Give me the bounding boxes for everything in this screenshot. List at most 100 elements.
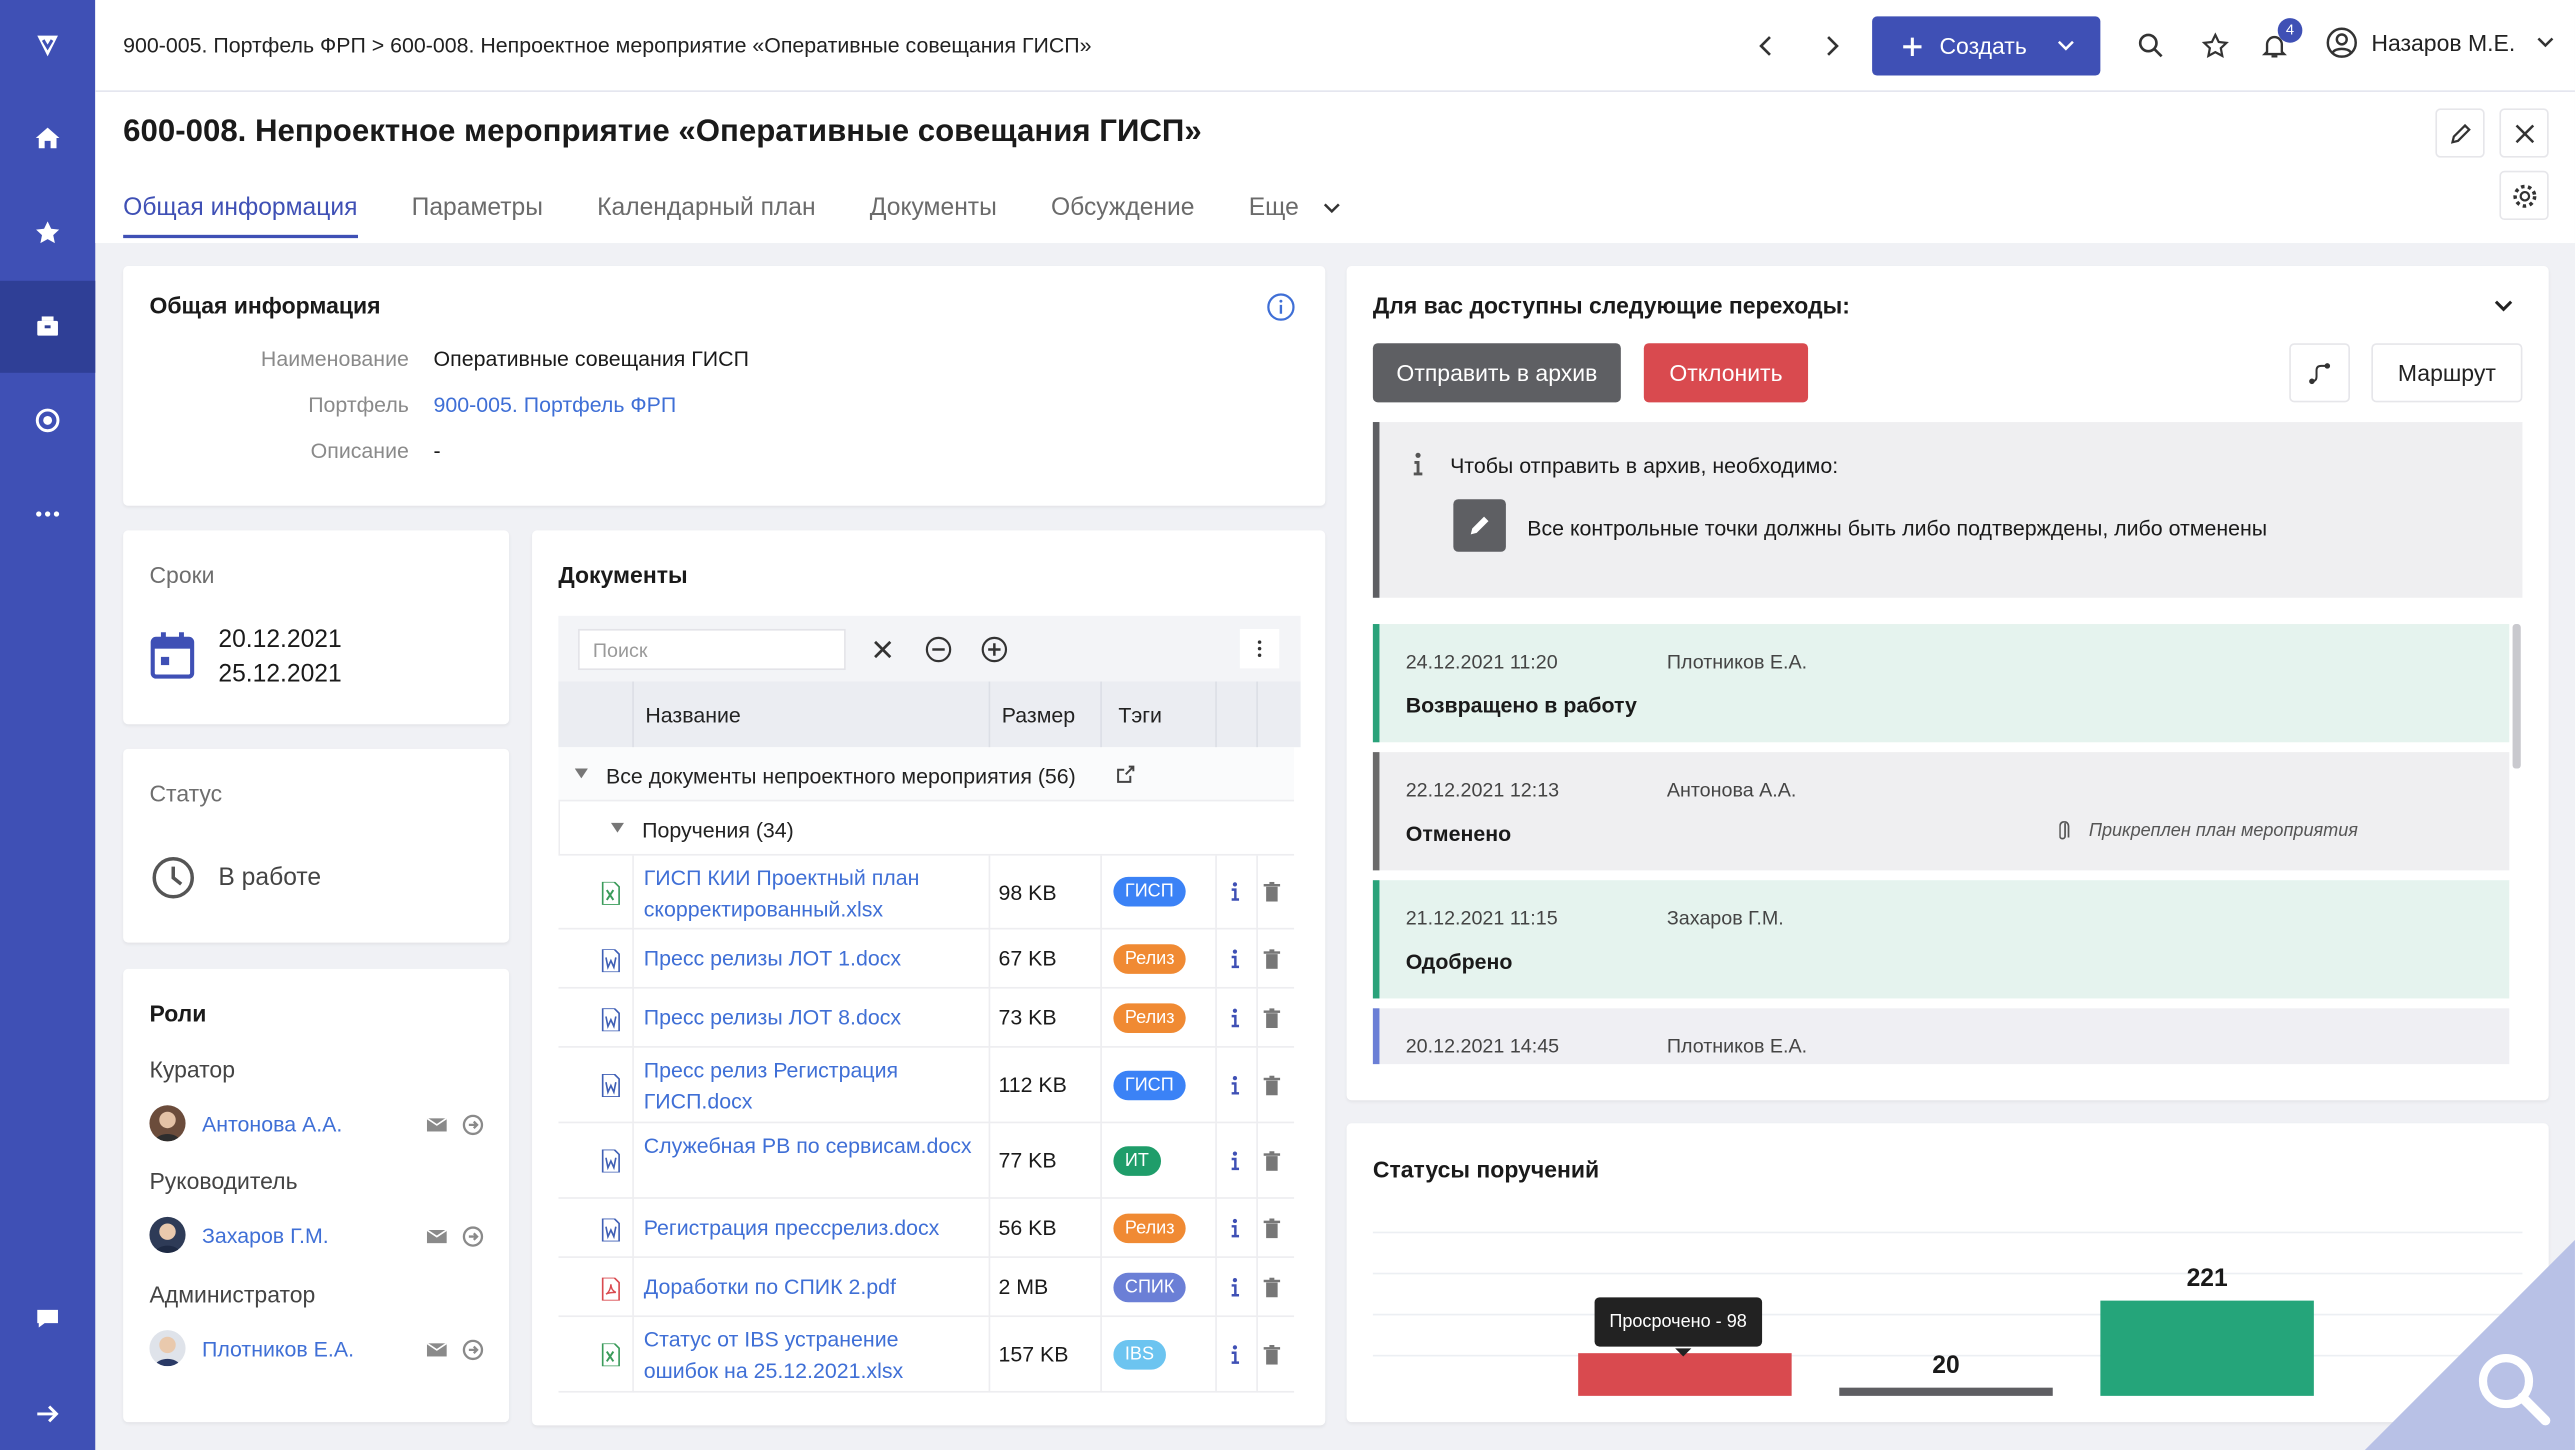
column-tags[interactable]: Тэги bbox=[1118, 703, 1162, 728]
magnifier-corner-icon[interactable] bbox=[2364, 1239, 2575, 1450]
chart-bar[interactable] bbox=[1839, 1387, 2053, 1396]
table-row[interactable]: Пресс релиз Регистрация ГИСП.docx 112 KB… bbox=[558, 1047, 1295, 1124]
subgroup-row[interactable]: Поручения (34) bbox=[558, 801, 1295, 856]
portfolio-icon[interactable] bbox=[0, 280, 96, 373]
file-name-link[interactable]: Пресс релизы ЛОТ 1.docx bbox=[644, 943, 972, 974]
tab-parameters[interactable]: Параметры bbox=[412, 194, 543, 238]
info-icon[interactable] bbox=[1227, 1075, 1243, 1096]
table-row[interactable]: Пресс релизы ЛОТ 1.docx 67 KB Релиз bbox=[558, 929, 1295, 989]
file-name-link[interactable]: Пресс релизы ЛОТ 8.docx bbox=[644, 1002, 972, 1033]
file-name-link[interactable]: Доработки по СПИК 2.pdf bbox=[644, 1271, 972, 1302]
more-icon[interactable] bbox=[0, 468, 95, 560]
target-icon[interactable] bbox=[0, 374, 95, 466]
trash-icon[interactable] bbox=[1263, 1075, 1281, 1096]
tab-calendar[interactable]: Календарный план bbox=[597, 194, 815, 238]
info-icon[interactable] bbox=[1266, 292, 1296, 322]
file-name-link[interactable]: Статус от IBS устранение ошибок на 25.12… bbox=[644, 1324, 972, 1386]
logo-icon[interactable] bbox=[0, 0, 95, 92]
person-link[interactable]: Антонова А.А. bbox=[202, 1112, 342, 1137]
tab-discussion[interactable]: Обсуждение bbox=[1051, 194, 1195, 238]
column-name[interactable]: Название bbox=[645, 703, 740, 728]
breadcrumb[interactable]: 900-005. Портфель ФРП > 600-008. Непроек… bbox=[123, 33, 1091, 58]
info-icon[interactable] bbox=[1227, 1008, 1243, 1028]
mail-icon[interactable] bbox=[425, 1338, 448, 1361]
info-icon[interactable] bbox=[1227, 1218, 1243, 1239]
chevron-down-icon[interactable] bbox=[2493, 296, 2514, 317]
group-row[interactable]: Все документы непроектного мероприятия (… bbox=[558, 747, 1295, 802]
forward-arrow-icon[interactable] bbox=[1813, 28, 1849, 64]
person-link[interactable]: Захаров Г.М. bbox=[202, 1223, 329, 1248]
chat-icon[interactable] bbox=[0, 1273, 95, 1365]
trash-icon[interactable] bbox=[1263, 949, 1281, 969]
info-icon[interactable] bbox=[1227, 1345, 1243, 1365]
history-date: 21.12.2021 11:15 bbox=[1405, 906, 1558, 930]
table-row[interactable]: Служебная РВ по сервисам.docx 77 KB ИТ bbox=[558, 1123, 1295, 1199]
star-icon[interactable] bbox=[0, 187, 95, 279]
reassign-icon[interactable] bbox=[461, 1338, 484, 1361]
trash-icon[interactable] bbox=[1263, 1344, 1281, 1365]
history-item[interactable]: 22.12.2021 12:13 Антонова А.А. Отменено … bbox=[1372, 752, 2510, 871]
history-item[interactable]: 20.12.2021 14:45 Плотников Е.А. bbox=[1372, 1008, 2510, 1065]
reassign-icon[interactable] bbox=[461, 1113, 484, 1136]
trash-icon[interactable] bbox=[1263, 1218, 1281, 1239]
paperclip-icon bbox=[2059, 821, 2070, 840]
info-icon[interactable] bbox=[1227, 1151, 1243, 1171]
user-menu[interactable]: Назаров М.Е. bbox=[2325, 26, 2554, 59]
collapse-all-icon[interactable] bbox=[921, 632, 954, 665]
info-icon[interactable] bbox=[1227, 949, 1243, 969]
table-row[interactable]: Регистрация прессрелиз.docx 56 KB Релиз bbox=[558, 1198, 1295, 1258]
person-link[interactable]: Плотников Е.А. bbox=[202, 1337, 354, 1362]
favorite-star-icon[interactable] bbox=[2197, 28, 2233, 64]
info-icon[interactable] bbox=[1227, 882, 1243, 902]
chart-bar[interactable] bbox=[2100, 1300, 2314, 1396]
kebab-menu-icon[interactable] bbox=[1239, 628, 1280, 669]
tab-general[interactable]: Общая информация bbox=[123, 194, 358, 239]
history-scrollbar[interactable] bbox=[2512, 624, 2521, 769]
back-arrow-icon[interactable] bbox=[1749, 28, 1785, 64]
file-name-link[interactable]: Регистрация прессрелиз.docx bbox=[644, 1212, 989, 1243]
edit-button[interactable] bbox=[2435, 108, 2485, 158]
route-diagram-button[interactable] bbox=[2289, 343, 2350, 403]
home-icon[interactable] bbox=[0, 92, 95, 184]
file-name-link[interactable]: ГИСП КИИ Проектный план скорректированны… bbox=[644, 862, 972, 924]
reassign-icon[interactable] bbox=[461, 1225, 484, 1248]
mail-icon[interactable] bbox=[425, 1225, 448, 1248]
history-item[interactable]: 24.12.2021 11:20 Плотников Е.А. Возвраще… bbox=[1372, 624, 2510, 743]
file-name-link[interactable]: Служебная РВ по сервисам.docx bbox=[644, 1130, 972, 1161]
trash-icon[interactable] bbox=[1263, 1151, 1281, 1171]
info-icon[interactable] bbox=[1227, 1277, 1243, 1298]
trash-icon[interactable] bbox=[1263, 1277, 1281, 1298]
bell-icon[interactable]: 4 bbox=[2256, 18, 2303, 64]
documents-card: Документы Поиск Название Размер Тэги Все… bbox=[532, 530, 1326, 1426]
clear-icon[interactable] bbox=[865, 632, 898, 665]
status-card: Статус В работе bbox=[123, 748, 510, 943]
history-status: Возвращено в работу bbox=[1405, 693, 1637, 718]
close-button[interactable] bbox=[2499, 108, 2549, 158]
archive-button[interactable]: Отправить в архив bbox=[1372, 343, 1621, 403]
caret-down-icon bbox=[574, 768, 588, 779]
expand-all-icon[interactable] bbox=[977, 632, 1010, 665]
search-input[interactable]: Поиск bbox=[578, 628, 846, 671]
route-button[interactable]: Маршрут bbox=[2371, 343, 2523, 403]
table-row[interactable]: ГИСП КИИ Проектный план скорректированны… bbox=[558, 855, 1295, 930]
chart-bar[interactable] bbox=[1578, 1353, 1792, 1396]
reject-button[interactable]: Отклонить bbox=[1643, 343, 1809, 403]
external-link-icon[interactable] bbox=[1115, 764, 1136, 785]
expand-arrow-icon[interactable] bbox=[0, 1368, 95, 1450]
create-button[interactable]: Создать bbox=[1872, 16, 2101, 76]
portfolio-link[interactable]: 900-005. Портфель ФРП bbox=[434, 392, 677, 417]
settings-button[interactable] bbox=[2499, 170, 2549, 221]
file-name-link[interactable]: Пресс релиз Регистрация ГИСП.docx bbox=[644, 1054, 972, 1116]
trash-icon[interactable] bbox=[1263, 1008, 1281, 1029]
table-row[interactable]: Доработки по СПИК 2.pdf 2 MB СПИК bbox=[558, 1257, 1295, 1318]
history-item[interactable]: 21.12.2021 11:15 Захаров Г.М. Одобрено bbox=[1372, 880, 2510, 999]
tab-more[interactable]: Еще bbox=[1249, 194, 1342, 238]
tab-documents[interactable]: Документы bbox=[870, 194, 997, 238]
search-icon[interactable] bbox=[2133, 28, 2169, 64]
history-note[interactable]: Прикреплен план мероприятия bbox=[2089, 821, 2358, 841]
table-row[interactable]: Статус от IBS устранение ошибок на 25.12… bbox=[558, 1317, 1295, 1393]
table-row[interactable]: Пресс релизы ЛОТ 8.docx 73 KB Релиз bbox=[558, 988, 1295, 1048]
trash-icon[interactable] bbox=[1263, 881, 1281, 902]
mail-icon[interactable] bbox=[425, 1113, 448, 1136]
column-size[interactable]: Размер bbox=[1002, 703, 1075, 728]
